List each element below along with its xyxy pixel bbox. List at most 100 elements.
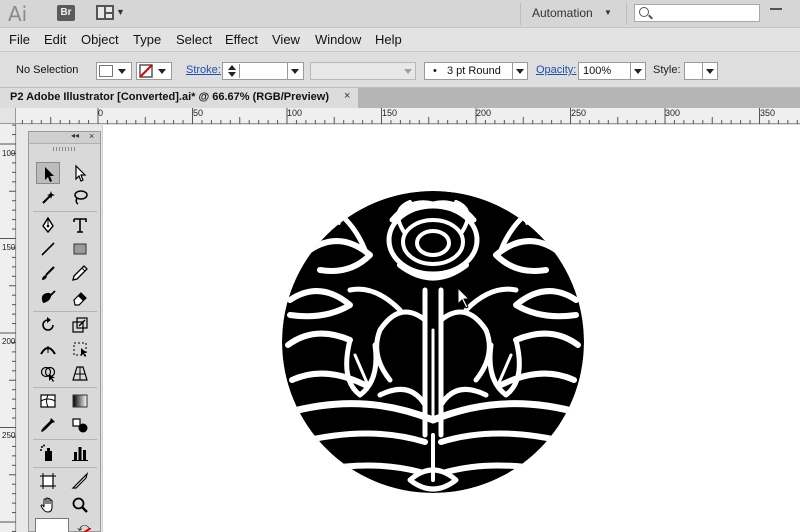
fill-swatch-large[interactable] bbox=[35, 518, 69, 532]
blend-icon bbox=[72, 418, 88, 433]
magnifier-icon bbox=[72, 497, 88, 513]
pen-nib-icon bbox=[42, 216, 54, 234]
free-transform-tool[interactable] bbox=[68, 338, 92, 360]
drag-grip-icon[interactable] bbox=[53, 147, 75, 151]
help-search[interactable] bbox=[634, 4, 760, 22]
menu-type[interactable]: Type bbox=[133, 32, 161, 47]
menu-object[interactable]: Object bbox=[81, 32, 119, 47]
width-icon bbox=[40, 346, 56, 355]
chevron-down-icon bbox=[287, 63, 301, 79]
scale-tool[interactable] bbox=[68, 314, 92, 336]
collapse-icon[interactable]: ◂◂ bbox=[71, 131, 79, 140]
magic-wand-icon bbox=[42, 191, 55, 204]
variable-width-profile-dropdown[interactable] bbox=[310, 62, 416, 80]
rotate-tool[interactable] bbox=[36, 314, 60, 336]
blend-tool[interactable] bbox=[68, 414, 92, 436]
tools-panel-header[interactable]: ◂◂ × bbox=[29, 131, 100, 144]
eyedropper-tool[interactable] bbox=[36, 414, 60, 436]
menu-bar: File Edit Object Type Select Effect View… bbox=[0, 28, 800, 52]
arrange-documents-button[interactable]: ▼ bbox=[96, 5, 125, 21]
chevron-down-icon bbox=[702, 63, 716, 79]
search-input[interactable] bbox=[653, 6, 757, 20]
ruler-label: 200 bbox=[2, 337, 16, 346]
line-segment-tool[interactable] bbox=[36, 238, 60, 260]
stroke-label[interactable]: Stroke: bbox=[186, 64, 221, 76]
paintbrush-tool[interactable] bbox=[36, 262, 60, 284]
direct-selection-tool[interactable] bbox=[68, 162, 92, 184]
ruler-ticks bbox=[21, 108, 798, 124]
perspective-grid-tool[interactable] bbox=[68, 362, 92, 384]
stepper-icon[interactable] bbox=[224, 64, 240, 78]
fill-color-dropdown[interactable] bbox=[96, 62, 132, 80]
spray-can-icon bbox=[40, 444, 52, 461]
ruler-origin[interactable] bbox=[0, 108, 16, 124]
ruler-ticks bbox=[0, 124, 16, 532]
menu-effect[interactable]: Effect bbox=[225, 32, 258, 47]
chevron-down-icon bbox=[155, 63, 169, 79]
hand-tool[interactable] bbox=[36, 494, 60, 516]
no-stroke-indicator-icon bbox=[83, 528, 91, 532]
artboard-icon bbox=[40, 473, 56, 489]
vertical-ruler[interactable]: 100 150 200 250 bbox=[0, 108, 16, 532]
arrow-icon bbox=[45, 167, 54, 182]
width-tool[interactable] bbox=[36, 338, 60, 360]
column-graph-tool[interactable] bbox=[68, 442, 92, 464]
divider bbox=[33, 439, 97, 440]
shape-builder-tool[interactable] bbox=[36, 362, 60, 384]
zoom-tool[interactable] bbox=[68, 494, 92, 516]
artboard-tool[interactable] bbox=[36, 470, 60, 492]
menu-window[interactable]: Window bbox=[315, 32, 361, 47]
menu-edit[interactable]: Edit bbox=[44, 32, 66, 47]
stroke-color-dropdown[interactable] bbox=[136, 62, 172, 80]
horizontal-ruler[interactable]: 0 50 100 150 200 250 300 350 bbox=[16, 108, 800, 124]
no-stroke-swatch-icon bbox=[139, 64, 153, 78]
graphic-style-dropdown[interactable] bbox=[684, 62, 718, 80]
menu-select[interactable]: Select bbox=[176, 32, 212, 47]
rectangle-tool[interactable] bbox=[68, 238, 92, 260]
floral-medallion-artwork[interactable] bbox=[280, 180, 586, 495]
eraser-tool[interactable] bbox=[68, 286, 92, 308]
gradient-icon bbox=[72, 394, 88, 408]
illustrator-logo: Ai bbox=[8, 2, 28, 26]
selection-status: No Selection bbox=[16, 64, 79, 76]
mesh-tool[interactable] bbox=[36, 390, 60, 412]
type-tool[interactable] bbox=[68, 214, 92, 236]
brush-definition-dropdown[interactable]: • 3 pt Round bbox=[424, 62, 528, 80]
opacity-field[interactable]: 100% bbox=[578, 62, 646, 80]
minimize-icon[interactable] bbox=[770, 8, 782, 10]
pen-tool[interactable] bbox=[36, 214, 60, 236]
opacity-label[interactable]: Opacity: bbox=[536, 64, 576, 76]
lasso-tool[interactable] bbox=[68, 186, 92, 208]
close-icon[interactable]: × bbox=[344, 90, 350, 102]
menu-view[interactable]: View bbox=[272, 32, 300, 47]
brush-value: 3 pt Round bbox=[447, 65, 501, 77]
magic-wand-tool[interactable] bbox=[36, 186, 60, 208]
ruler-label: 150 bbox=[382, 108, 398, 118]
style-swatch bbox=[687, 65, 699, 77]
pencil-icon bbox=[72, 265, 88, 281]
ruler-label: 350 bbox=[760, 108, 776, 118]
slice-tool[interactable] bbox=[68, 470, 92, 492]
menu-file[interactable]: File bbox=[9, 32, 30, 47]
rectangle-icon bbox=[73, 243, 87, 255]
chevron-down-icon[interactable]: ▼ bbox=[604, 8, 612, 17]
selection-tool[interactable] bbox=[36, 162, 60, 184]
free-transform-icon bbox=[73, 342, 87, 357]
layout-icon bbox=[96, 5, 114, 20]
perspective-grid-icon bbox=[72, 366, 88, 381]
document-tab[interactable]: P2 Adobe Illustrator [Converted].ai* @ 6… bbox=[0, 88, 358, 108]
gradient-tool[interactable] bbox=[68, 390, 92, 412]
blob-brush-tool[interactable] bbox=[36, 286, 60, 308]
close-icon[interactable]: × bbox=[89, 131, 94, 141]
hollow-arrow-icon bbox=[75, 164, 87, 182]
workspace-switcher[interactable]: Automation bbox=[532, 6, 593, 20]
bridge-button[interactable]: Br bbox=[57, 5, 75, 21]
illustrator-window: Ai Br ▼ Automation ▼ File Edit Object Ty… bbox=[0, 0, 800, 532]
symbol-sprayer-tool[interactable] bbox=[36, 442, 60, 464]
pencil-tool[interactable] bbox=[68, 262, 92, 284]
stroke-weight-field[interactable] bbox=[222, 62, 304, 80]
menu-help[interactable]: Help bbox=[375, 32, 402, 47]
line-icon bbox=[41, 242, 55, 256]
search-icon bbox=[639, 7, 649, 17]
chevron-down-icon: ▼ bbox=[116, 7, 125, 17]
